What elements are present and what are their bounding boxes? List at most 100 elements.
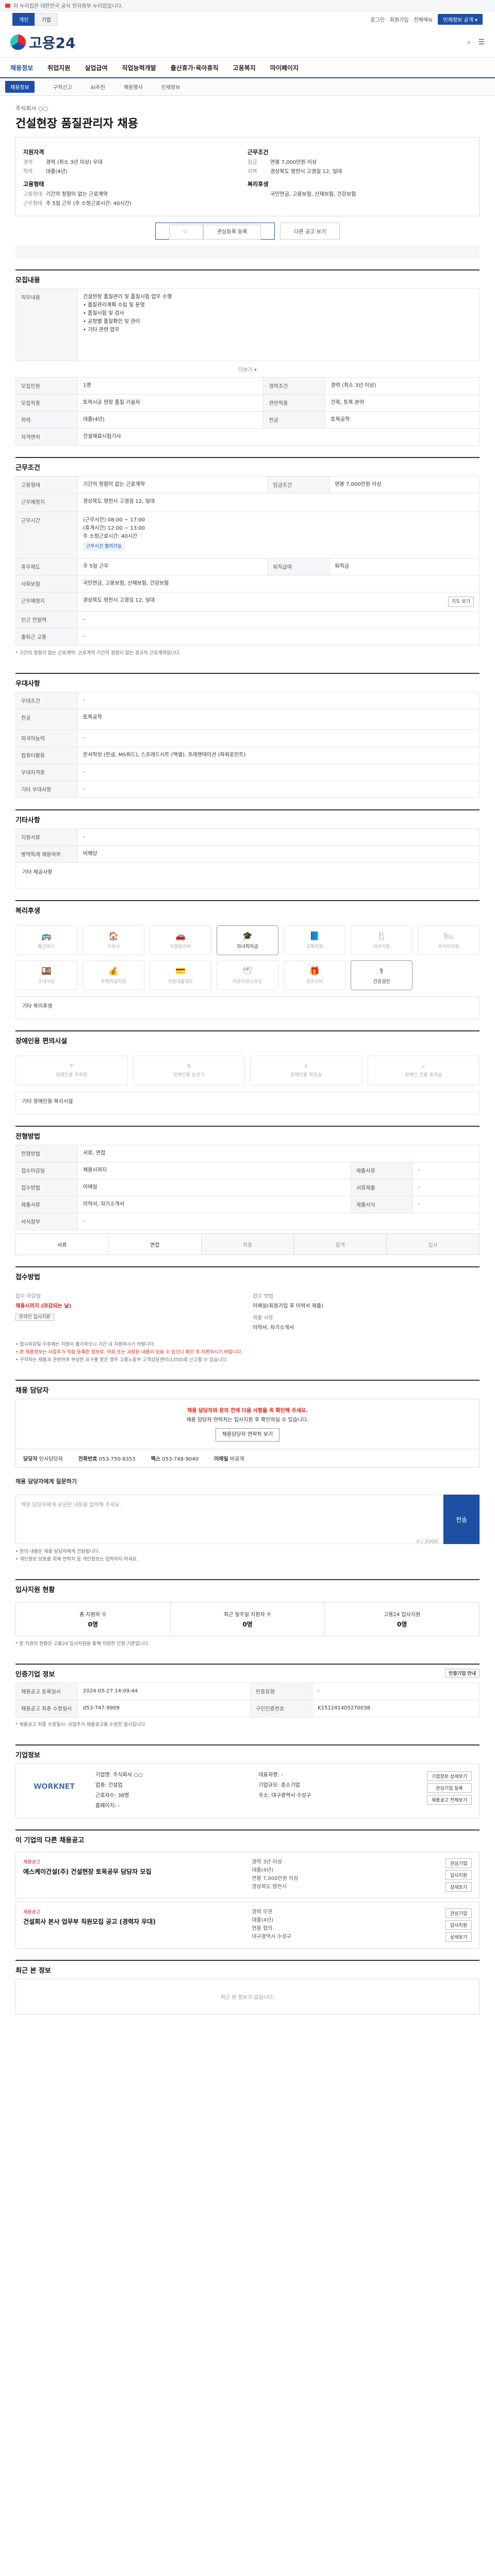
talent-open-button[interactable]: 인재정보 공개 ▾ (438, 13, 483, 25)
related-apply-button[interactable]: 입사지원 (445, 1920, 472, 1930)
welfare-label: 자녀학자금 (237, 944, 258, 950)
contact-value: 053-750-8353 (98, 1456, 136, 1462)
related-job-card[interactable]: 채용공고 에스케이건설(주) 건설현장 토목공무 담당자 모집 경력 3년 이상 … (15, 1852, 480, 1899)
welfare-note-text: 기타 복리후생 (22, 1004, 53, 1009)
gnb-item-training[interactable]: 직업능력개발 (115, 63, 163, 72)
row-key: 전공 (15, 709, 78, 730)
welfare-label: 숙식비지원 (438, 944, 459, 950)
disability-label: 장애인용 주차장 (56, 1072, 88, 1078)
company-name[interactable]: 주식회사 ○○ (15, 104, 480, 112)
row-key: 접수마감일 (15, 1162, 78, 1179)
gnb-item-welfare[interactable]: 고용복지 (226, 63, 263, 72)
contact-value: 비공개 (229, 1456, 244, 1462)
gnb-item-benefit[interactable]: 실업급여 (77, 63, 114, 72)
etc-more: 기타 제공사항 (15, 863, 480, 889)
related-detail-button[interactable]: 상세보기 (445, 1882, 472, 1892)
stats-note: * 본 지원자 현황은 고용24 입사지원을 통해 지원한 인원 기준입니다. (15, 1641, 150, 1647)
etc-table: 지원서류 - 병역특례 채용여부 비해당 (15, 828, 480, 863)
all-menu-link[interactable]: 전체메뉴 (414, 15, 433, 23)
snb-item-jobs[interactable]: 채용정보 (5, 81, 35, 93)
cert-guide-button[interactable]: 인증기업 안내 (445, 1669, 480, 1677)
stat-label: 고용24 입사지원 (384, 1612, 421, 1618)
logo-mark-icon (10, 34, 26, 50)
company-interest-button[interactable]: 관심기업 등록 (426, 1783, 472, 1793)
note-line: • 개인정보 보호를 위해 연락처 등 개인정보는 입력하지 마세요. (15, 1557, 139, 1562)
search-icon[interactable]: ⌕ (467, 38, 471, 46)
company-jobs-button[interactable]: 채용공고 전체보기 (426, 1795, 472, 1805)
snb-item-ai[interactable]: AI추천 (91, 83, 105, 91)
row-key: 우대자격증 (15, 764, 78, 781)
welfare-icon: 🚗 (175, 931, 186, 941)
interest-button[interactable]: ♡ 관심등록 등록 (155, 223, 275, 240)
contact-key: 이메일 (214, 1456, 228, 1462)
online-apply-button[interactable]: 온라인 입사지원 (15, 1314, 54, 1321)
login-link[interactable]: 로그인 (370, 15, 385, 23)
manager-desc: 채용 담당자 연락처는 입사지원 후 확인하실 수 있습니다. (186, 1417, 309, 1423)
company-value: 대구광역시 수성구 (271, 1793, 311, 1799)
process-table: 전형방법 서류, 면접 접수마감일 채용시까지 제출서류 - 접수방법 이메일 서류제출 - … (15, 1145, 480, 1230)
disability-grid: P 장애인용 주차장 ⇅ 장애인용 승강기 ♿ 장애인용 화장실 ☕ 장애인 전용 휴게… (15, 1049, 480, 1092)
tab-personal[interactable]: 개인 (12, 12, 36, 26)
gnb-item-support[interactable]: 취업지원 (40, 63, 77, 72)
related-title[interactable]: 건설회사 본사 업무부 직원모집 공고 (경력자 우대) (23, 1917, 252, 1926)
welfare-item: 🏠 기숙사 (82, 925, 144, 955)
company-value: 38명 (118, 1793, 129, 1799)
map-button[interactable]: 지도 보기 (448, 597, 474, 607)
company-buttons: 기업정보 상세보기 관심기업 등록 채용공고 전체보기 (426, 1771, 472, 1810)
tab-company[interactable]: 기업 (35, 12, 58, 26)
related-interest-button[interactable]: 관심기업 (445, 1908, 472, 1918)
row-key: 관련직종 (263, 394, 326, 412)
step-item: 면접 (108, 1234, 202, 1255)
snb-item-talent[interactable]: 인재정보 (161, 83, 180, 91)
related-detail-button[interactable]: 상세보기 (445, 1932, 472, 1942)
gnb-item-parental[interactable]: 출산휴가·육아휴직 (163, 63, 226, 72)
step-item: 입사 (387, 1234, 479, 1255)
disability-item: ☕ 장애인 전용 휴게실 (367, 1056, 480, 1086)
welfare-label: 교육지원 (306, 944, 323, 950)
signup-link[interactable]: 회원가입 (390, 15, 409, 23)
menu-icon[interactable]: ☰ (478, 38, 485, 46)
welfare-icon: 🕊 (242, 966, 253, 976)
inquiry-send-button[interactable]: 전송 (443, 1495, 480, 1544)
row-value: 주 5일 근무 (77, 558, 268, 575)
row-value: 연봉 7,000만원 이상 (329, 476, 480, 494)
related-title[interactable]: 에스케이건설(주) 건설현장 토목공무 담당자 모집 (23, 1867, 252, 1876)
related-apply-button[interactable]: 입사지원 (445, 1870, 472, 1880)
gnb-item-jobs[interactable]: 채용정보 (3, 63, 40, 72)
company-detail-button[interactable]: 기업정보 상세보기 (426, 1771, 472, 1781)
row-key: 고용형태 (15, 476, 78, 494)
summary-key: 근무형태 (23, 201, 42, 207)
snb-item-register[interactable]: 구직신고 (53, 83, 72, 91)
table-row: 휴무제도 주 5일 근무 퇴직급여 퇴직금 (15, 558, 480, 575)
meta-line: 대졸(4년) (252, 1868, 274, 1873)
gnb-item-mypage[interactable]: 마이페이지 (263, 63, 306, 72)
welfare-label: 구내식당 (38, 979, 55, 985)
row-key: 사회보험 (15, 575, 78, 592)
company-info: 기업명: 주식회사 ○○ 대표자명: - 업종: 건설업 기업규모: 중소기업 … (95, 1772, 311, 1809)
meta-line: 대졸(4년) (252, 1918, 274, 1923)
prefer-table: 우대조건 - 전공 토목공학 외국어능력 - 컴퓨터활용 문서작성 (한글, MS워드)… (15, 692, 480, 798)
site-logo[interactable]: 고용24 (10, 32, 76, 53)
table-row: 제출서류 이력서, 자기소개서 제출서식 - (15, 1196, 480, 1213)
step-item: 서류 (16, 1234, 109, 1255)
show-contact-button[interactable]: 채용담당자 연락처 보기 (215, 1428, 280, 1442)
snb-item-events[interactable]: 채용행사 (124, 83, 143, 91)
main-content: 주식회사 ○○ 건설현장 품질관리자 채용 지원자격 경력 경력 (최소 3년 이… (15, 96, 480, 2030)
recruit-more-button[interactable]: 더보기 ▾ (15, 361, 480, 377)
row-key: 채용공고 등록일시 (15, 1683, 78, 1700)
company-key: 기업규모 (258, 1783, 278, 1788)
row-value: - (77, 628, 480, 646)
table-row: 직무내용 건설현장 품질관리 및 품질시험 업무 수행 • 품질관리계획 수립 … (15, 289, 480, 361)
section-conditions-title: 근무조건 (15, 457, 480, 476)
company-logo: WORKNET (34, 1783, 75, 1791)
section-history-title: 인증기업 정보 인증기업 안내 (15, 1664, 480, 1683)
company-key: 홈페이지 (95, 1803, 114, 1809)
related-interest-button[interactable]: 관심기업 (445, 1858, 472, 1868)
section-process-title: 전형방법 (15, 1126, 480, 1145)
other-jobs-button[interactable]: 다른 공고 보기 (280, 223, 340, 240)
gov-notice-text: 이 누리집은 대한민국 공식 전자정부 누리집입니다. (13, 4, 123, 9)
related-job-card[interactable]: 채용공고 건설회사 본사 업무부 직원모집 공고 (경력자 우대) 경력 무관 대… (15, 1902, 480, 1948)
inquiry-input[interactable]: 채용 담당자에게 궁금한 내용을 입력해 주세요. 0 / 2000 (15, 1495, 443, 1545)
row-key: 구인인증번호 (250, 1700, 313, 1717)
welfare-item: 🎁 경조사비 (284, 960, 345, 990)
